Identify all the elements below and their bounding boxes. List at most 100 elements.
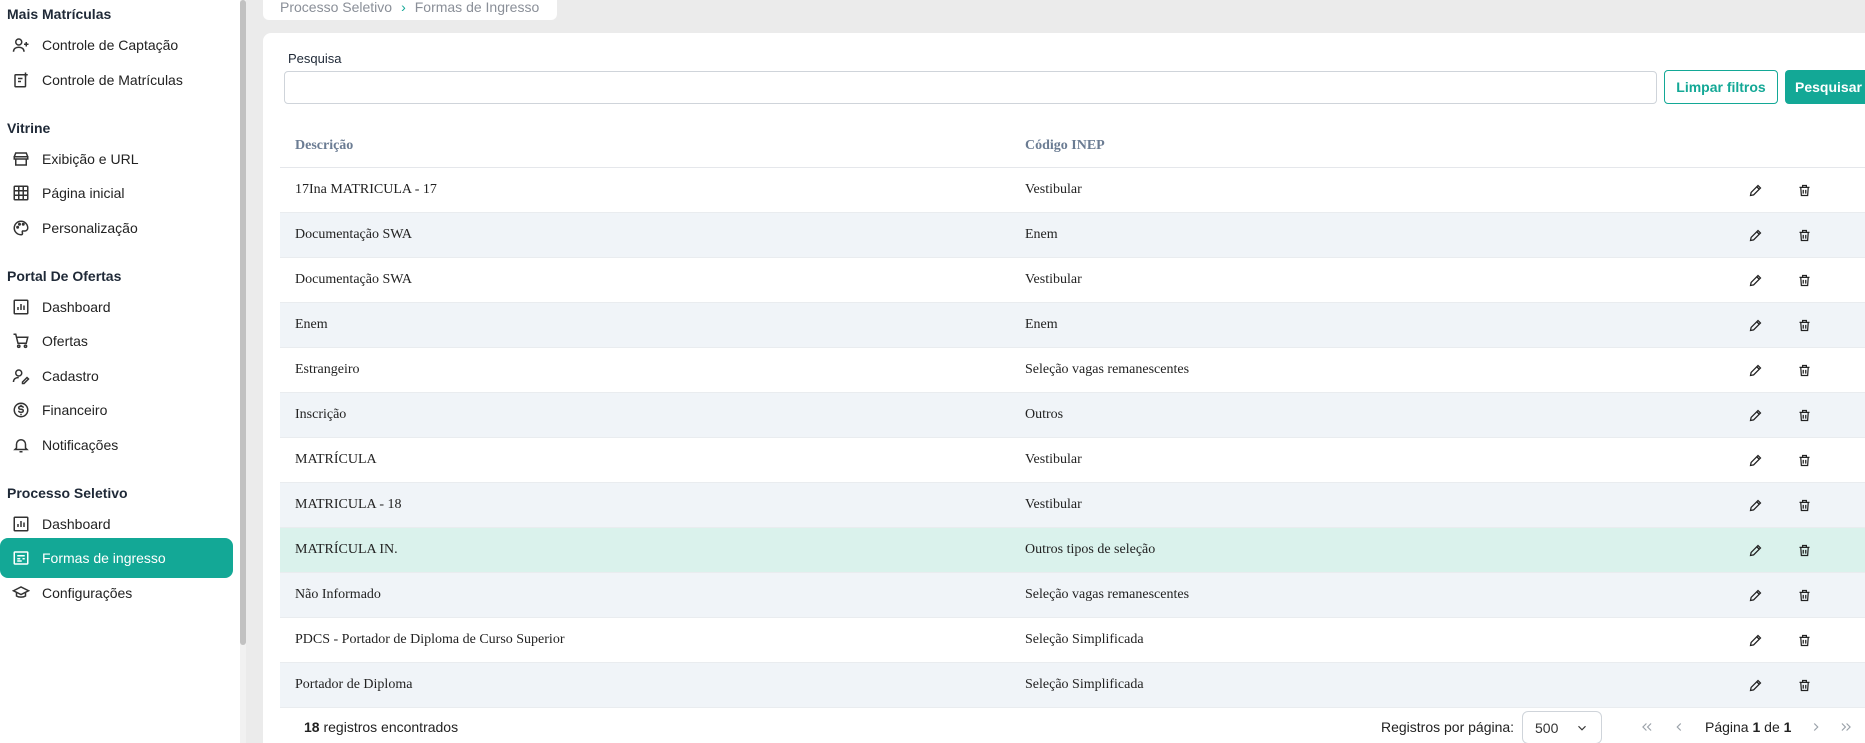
column-header-codigo-inep[interactable]: Código INEP	[1025, 138, 1745, 154]
dollar-circle-icon	[12, 401, 30, 419]
sidebar-item-controle-captacao[interactable]: Controle de Captação	[0, 25, 233, 65]
sidebar-item-label: Página inicial	[42, 185, 125, 201]
row-actions	[1745, 630, 1814, 650]
delete-button[interactable]	[1794, 180, 1814, 200]
clear-filters-button[interactable]: Limpar filtros	[1664, 70, 1778, 104]
delete-button[interactable]	[1794, 450, 1814, 470]
cell-codigo-inep: Enem	[1025, 227, 1058, 242]
sidebar: Mais Matrículas Controle de Captação Con…	[0, 0, 240, 743]
cell-codigo-inep: Seleção Simplificada	[1025, 632, 1144, 647]
cell-codigo-inep: Vestibular	[1025, 452, 1082, 467]
table-row[interactable]: Portador de Diploma Seleção Simplificada	[280, 663, 1865, 708]
trash-icon	[1797, 498, 1812, 513]
table-row[interactable]: MATRÍCULA Vestibular	[280, 438, 1865, 483]
table-row[interactable]: Enem Enem	[280, 303, 1865, 348]
edit-button[interactable]	[1745, 675, 1765, 695]
delete-button[interactable]	[1794, 225, 1814, 245]
delete-button[interactable]	[1794, 540, 1814, 560]
cell-codigo-inep: Enem	[1025, 317, 1058, 332]
sidebar-item-formas-ingresso[interactable]: Formas de ingresso	[0, 538, 233, 578]
delete-button[interactable]	[1794, 270, 1814, 290]
edit-button[interactable]	[1745, 585, 1765, 605]
edit-button[interactable]	[1745, 180, 1765, 200]
trash-icon	[1797, 588, 1812, 603]
table-row[interactable]: MATRÍCULA IN. Outros tipos de seleção	[280, 528, 1865, 573]
pencil-icon	[1748, 498, 1763, 513]
cell-descricao: Inscrição	[295, 407, 347, 422]
row-actions	[1745, 585, 1814, 605]
table-row[interactable]: Documentação SWA Enem	[280, 213, 1865, 258]
palette-icon	[12, 219, 30, 237]
sidebar-item-label: Dashboard	[42, 516, 111, 532]
last-page-button[interactable]	[1837, 716, 1855, 738]
table-row[interactable]: MATRICULA - 18 Vestibular	[280, 483, 1865, 528]
sidebar-item-label: Formas de ingresso	[42, 550, 166, 566]
delete-button[interactable]	[1794, 360, 1814, 380]
sidebar-item-ofertas[interactable]: Ofertas	[0, 321, 233, 361]
edit-button[interactable]	[1745, 540, 1765, 560]
table-row[interactable]: PDCS - Portador de Diploma de Curso Supe…	[280, 618, 1865, 663]
rows-per-page-value: 500	[1535, 719, 1559, 736]
edit-button[interactable]	[1745, 270, 1765, 290]
edit-button[interactable]	[1745, 405, 1765, 425]
edit-button[interactable]	[1745, 225, 1765, 245]
table-row[interactable]: 17Ina MATRICULA - 17 Vestibular	[280, 168, 1865, 213]
sidebar-section-processo-seletivo: Processo Seletivo	[7, 485, 128, 501]
first-page-button[interactable]	[1638, 716, 1656, 738]
delete-button[interactable]	[1794, 675, 1814, 695]
table-row[interactable]: Documentação SWA Vestibular	[280, 258, 1865, 303]
chevron-down-icon	[1578, 725, 1586, 731]
edit-button[interactable]	[1745, 495, 1765, 515]
table-row[interactable]: Não Informado Seleção vagas remanescentes	[280, 573, 1865, 618]
sidebar-item-label: Cadastro	[42, 368, 99, 384]
search-button[interactable]: Pesquisar	[1785, 70, 1865, 104]
graduation-cap-icon	[12, 584, 30, 602]
edit-button[interactable]	[1745, 630, 1765, 650]
trash-icon	[1797, 273, 1812, 288]
sidebar-scrollbar-thumb[interactable]	[240, 0, 246, 645]
bar-chart-icon	[12, 515, 30, 533]
table-row[interactable]: Estrangeiro Seleção vagas remanescentes	[280, 348, 1865, 393]
edit-button[interactable]	[1745, 360, 1765, 380]
delete-button[interactable]	[1794, 630, 1814, 650]
delete-button[interactable]	[1794, 315, 1814, 335]
pencil-icon	[1748, 453, 1763, 468]
pencil-icon	[1748, 318, 1763, 333]
sidebar-item-label: Notificações	[42, 437, 119, 453]
previous-page-button[interactable]	[1670, 716, 1688, 738]
table-row[interactable]: Inscrição Outros	[280, 393, 1865, 438]
edit-button[interactable]	[1745, 450, 1765, 470]
delete-button[interactable]	[1794, 405, 1814, 425]
sidebar-section-mais-matriculas: Mais Matrículas	[7, 6, 112, 22]
table-body: 17Ina MATRICULA - 17 Vestibular Documentaç…	[280, 168, 1865, 708]
next-page-button[interactable]	[1807, 716, 1825, 738]
delete-button[interactable]	[1794, 495, 1814, 515]
sidebar-item-notificacoes[interactable]: Notificações	[0, 425, 233, 465]
cart-icon	[12, 332, 30, 350]
row-actions	[1745, 675, 1814, 695]
pencil-icon	[1748, 228, 1763, 243]
sidebar-section-vitrine: Vitrine	[7, 120, 51, 136]
sidebar-item-financeiro[interactable]: Financeiro	[0, 390, 233, 430]
row-actions	[1745, 450, 1814, 470]
sidebar-item-label: Controle de Matrículas	[42, 72, 183, 88]
search-input[interactable]	[284, 71, 1657, 104]
pencil-icon	[1748, 408, 1763, 423]
sidebar-item-pagina-inicial[interactable]: Página inicial	[0, 173, 233, 213]
edit-button[interactable]	[1745, 315, 1765, 335]
results-table: Descrição Código INEP 17Ina MATRICULA - …	[280, 124, 1865, 708]
sidebar-item-label: Exibição e URL	[42, 151, 139, 167]
delete-button[interactable]	[1794, 585, 1814, 605]
sidebar-item-configuracoes[interactable]: Configurações	[0, 573, 233, 613]
sidebar-item-label: Configurações	[42, 585, 133, 601]
rows-per-page-select[interactable]: 500	[1522, 711, 1602, 743]
sidebar-item-personalizacao[interactable]: Personalização	[0, 208, 233, 248]
page-prefix: Página	[1705, 719, 1749, 735]
chevron-left-icon	[1676, 723, 1682, 731]
cell-descricao: PDCS - Portador de Diploma de Curso Supe…	[295, 632, 565, 647]
chevron-right-icon: ›	[401, 0, 406, 15]
sidebar-item-controle-matriculas[interactable]: Controle de Matrículas	[0, 60, 233, 100]
breadcrumb-parent[interactable]: Processo Seletivo	[280, 0, 392, 15]
column-header-descricao[interactable]: Descrição	[280, 138, 1025, 154]
row-actions	[1745, 540, 1814, 560]
